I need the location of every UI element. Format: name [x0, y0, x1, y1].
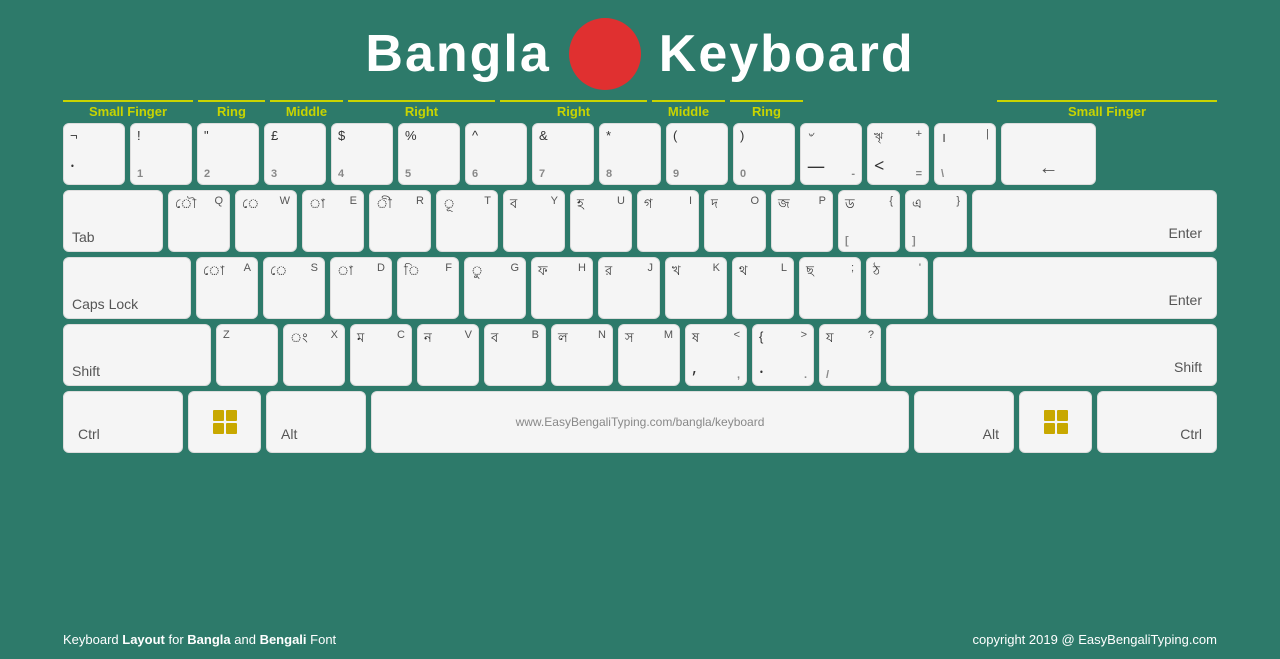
key-equals[interactable]: ৠ+ <= [867, 123, 929, 185]
key-t[interactable]: ূT [436, 190, 498, 252]
enter-label2: Enter [1169, 292, 1202, 308]
bottom-row: Ctrl Alt www.EasyBengaliTyping.com/bangl… [63, 391, 1217, 453]
key-l[interactable]: থL [732, 257, 794, 319]
key-9[interactable]: ( 9 [666, 123, 728, 185]
key-p[interactable]: জP [771, 190, 833, 252]
footer-left: Keyboard Layout for Bangla and Bengali F… [63, 632, 336, 647]
key-o[interactable]: দO [704, 190, 766, 252]
key-close-bracket[interactable]: এ} ] [905, 190, 967, 252]
tab-key[interactable]: Tab [63, 190, 163, 252]
key-u[interactable]: হU [570, 190, 632, 252]
header-title2: Keyboard [659, 24, 915, 84]
key-3[interactable]: £ 3 [264, 123, 326, 185]
ctrl-right-key[interactable]: Ctrl [1097, 391, 1217, 453]
ctrl-right-label: Ctrl [1180, 426, 1202, 442]
key-n[interactable]: লN [551, 324, 613, 386]
shift-right-key[interactable]: Shift [886, 324, 1217, 386]
key-m[interactable]: সM [618, 324, 680, 386]
finger-label-right1: Right [348, 100, 495, 119]
key-open-bracket[interactable]: ড{ [ [838, 190, 900, 252]
keyboard: ¬ · ! 1 " 2 £ 3 $ 4 % 5 ^ 6 & 7 [0, 123, 1280, 453]
bangladesh-flag-circle [569, 18, 641, 90]
windows-logo-right [1044, 410, 1068, 434]
key-backslash[interactable]: ।| \ [934, 123, 996, 185]
key-slash[interactable]: য? / [819, 324, 881, 386]
key-5[interactable]: % 5 [398, 123, 460, 185]
key-a[interactable]: োA [196, 257, 258, 319]
space-url: www.EasyBengaliTyping.com/bangla/keyboar… [516, 415, 765, 429]
key-enter2[interactable]: Enter [933, 257, 1217, 319]
header: Bangla Keyboard [0, 0, 1280, 100]
key-j[interactable]: রJ [598, 257, 660, 319]
key-q[interactable]: ৌQ [168, 190, 230, 252]
shift-left-label: Shift [72, 363, 100, 379]
key-f[interactable]: িF [397, 257, 459, 319]
key-semicolon[interactable]: ছ; [799, 257, 861, 319]
zxcv-row: Shift Z ংX মC নV বB লN সM ষ< ,, {> .. [63, 324, 1217, 386]
shift-left-key[interactable]: Shift [63, 324, 211, 386]
key-enter[interactable]: Enter [972, 190, 1217, 252]
alt-left-key[interactable]: Alt [266, 391, 366, 453]
key-d[interactable]: াD [330, 257, 392, 319]
key-y[interactable]: বY [503, 190, 565, 252]
backspace-key[interactable]: ← [1001, 123, 1096, 185]
finger-label-ring-right: Ring [730, 100, 803, 119]
key-7[interactable]: & 7 [532, 123, 594, 185]
key-2[interactable]: " 2 [197, 123, 259, 185]
header-title1: Bangla [365, 24, 550, 84]
finger-label-small-left: Small Finger [63, 100, 193, 119]
alt-right-key[interactable]: Alt [914, 391, 1014, 453]
number-row: ¬ · ! 1 " 2 £ 3 $ 4 % 5 ^ 6 & 7 [63, 123, 1217, 185]
key-w[interactable]: েW [235, 190, 297, 252]
key-backtick[interactable]: ¬ · [63, 123, 125, 185]
key-apostrophe[interactable]: ঠ' [866, 257, 928, 319]
ctrl-left-key[interactable]: Ctrl [63, 391, 183, 453]
alt-right-label: Alt [983, 426, 999, 442]
asdf-row: Caps Lock োA েS াD িF ুG ফH রJ খK থL ছ; [63, 257, 1217, 319]
key-k[interactable]: খK [665, 257, 727, 319]
key-s[interactable]: েS [263, 257, 325, 319]
win-right-key[interactable] [1019, 391, 1092, 453]
key-v[interactable]: নV [417, 324, 479, 386]
alt-left-label: Alt [281, 426, 297, 442]
capslock-label: Caps Lock [72, 296, 138, 312]
key-h[interactable]: ফH [531, 257, 593, 319]
finger-labels: Small Finger Ring Middle Right Right Mid… [0, 100, 1280, 119]
win-left-key[interactable] [188, 391, 261, 453]
key-comma[interactable]: ষ< ,, [685, 324, 747, 386]
space-key[interactable]: www.EasyBengaliTyping.com/bangla/keyboar… [371, 391, 909, 453]
key-8[interactable]: * 8 [599, 123, 661, 185]
windows-logo-left [213, 410, 237, 434]
key-e[interactable]: াE [302, 190, 364, 252]
finger-label-middle-right: Middle [652, 100, 725, 119]
key-0[interactable]: ) 0 [733, 123, 795, 185]
ctrl-left-label: Ctrl [78, 426, 100, 442]
finger-label-right2: Right [500, 100, 647, 119]
key-1[interactable]: ! 1 [130, 123, 192, 185]
tab-label: Tab [72, 229, 95, 245]
enter-label: Enter [1169, 225, 1202, 241]
key-r[interactable]: ীR [369, 190, 431, 252]
key-minus[interactable]: ৺ —- [800, 123, 862, 185]
capslock-key[interactable]: Caps Lock [63, 257, 191, 319]
footer-right: copyright 2019 @ EasyBengaliTyping.com [973, 632, 1217, 647]
shift-right-label: Shift [1174, 359, 1202, 375]
key-z[interactable]: Z [216, 324, 278, 386]
finger-label-middle-left: Middle [270, 100, 343, 119]
key-6[interactable]: ^ 6 [465, 123, 527, 185]
key-i[interactable]: গI [637, 190, 699, 252]
key-4[interactable]: $ 4 [331, 123, 393, 185]
finger-label-small-right: Small Finger [997, 100, 1217, 119]
key-x[interactable]: ংX [283, 324, 345, 386]
key-c[interactable]: মC [350, 324, 412, 386]
key-g[interactable]: ুG [464, 257, 526, 319]
key-period[interactable]: {> .. [752, 324, 814, 386]
key-b[interactable]: বB [484, 324, 546, 386]
qwerty-row: Tab ৌQ েW াE ীR ূT বY হU গI দO জP [63, 190, 1217, 252]
finger-label-ring-left: Ring [198, 100, 265, 119]
